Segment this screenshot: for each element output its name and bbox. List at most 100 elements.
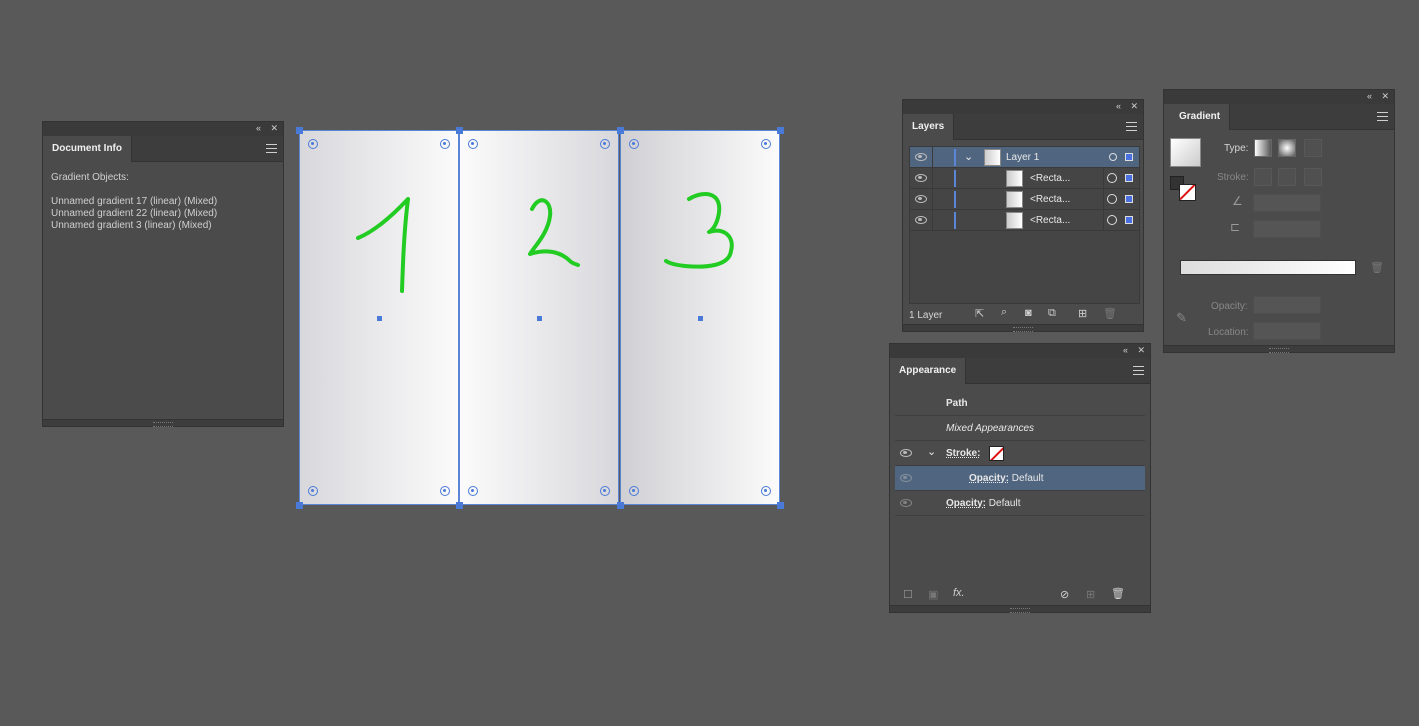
- sublayer-row[interactable]: <Recta...: [910, 189, 1139, 210]
- stroke-label[interactable]: Stroke:: [946, 448, 980, 459]
- object-name[interactable]: <Recta...: [1030, 194, 1070, 205]
- new-sublayer-icon[interactable]: ⧉: [1048, 307, 1056, 320]
- artboard-rectangle-2[interactable]: [459, 130, 619, 505]
- location-dropdown[interactable]: [1253, 322, 1321, 340]
- artboard-rectangle-1[interactable]: [299, 130, 459, 505]
- collapse-icon[interactable]: «: [256, 123, 261, 134]
- stroke-swatch[interactable]: [1179, 184, 1196, 201]
- selection-handle[interactable]: [456, 127, 463, 134]
- opacity-value: Default: [1011, 473, 1044, 484]
- object-thumbnail: [1006, 170, 1023, 187]
- gradient-slider[interactable]: [1180, 260, 1356, 275]
- stroke-swatch[interactable]: [989, 446, 1004, 461]
- selection-handle[interactable]: [296, 502, 303, 509]
- resize-grip[interactable]: [43, 419, 283, 427]
- collapse-icon[interactable]: «: [1367, 91, 1372, 102]
- chevron-down-icon[interactable]: ⌄: [927, 445, 936, 458]
- collapse-icon[interactable]: «: [1116, 101, 1121, 112]
- close-icon[interactable]: ✕: [1137, 345, 1145, 356]
- selection-indicator[interactable]: [1125, 216, 1133, 224]
- search-icon[interactable]: ⌕: [1001, 306, 1007, 319]
- new-layer-icon[interactable]: ⊞: [1078, 307, 1087, 320]
- add-fill-icon[interactable]: ▣: [928, 588, 938, 601]
- panel-topbar: « ✕: [1164, 90, 1394, 104]
- eye-icon[interactable]: [915, 153, 927, 161]
- close-icon[interactable]: ✕: [1381, 91, 1389, 102]
- target-icon[interactable]: [1109, 153, 1117, 161]
- opacity-label[interactable]: Opacity:: [946, 498, 986, 509]
- panel-menu-icon[interactable]: [1377, 112, 1388, 121]
- target-icon[interactable]: [1107, 194, 1117, 204]
- eye-icon[interactable]: [915, 195, 927, 203]
- selection-indicator[interactable]: [1125, 174, 1133, 182]
- selection-handle[interactable]: [456, 502, 463, 509]
- fx-icon[interactable]: fx.: [953, 587, 965, 599]
- selection-indicator[interactable]: [1125, 195, 1133, 203]
- eye-icon[interactable]: [900, 499, 912, 507]
- aspect-ratio-dropdown[interactable]: [1253, 220, 1321, 238]
- eye-icon[interactable]: [915, 216, 927, 224]
- collapse-icon[interactable]: «: [1123, 345, 1128, 356]
- tab-gradient[interactable]: Gradient: [1164, 104, 1231, 130]
- trash-icon[interactable]: 🗑: [1111, 587, 1125, 600]
- object-thumbnail: [1006, 212, 1023, 229]
- panel-menu-icon[interactable]: [266, 144, 277, 153]
- selection-handle[interactable]: [617, 502, 624, 509]
- trash-icon[interactable]: 🗑: [1103, 307, 1117, 320]
- chevron-down-icon[interactable]: ⌄: [964, 150, 973, 163]
- selection-handle[interactable]: [777, 127, 784, 134]
- layer-color-indicator: [954, 212, 956, 229]
- selection-handle[interactable]: [617, 127, 624, 134]
- object-name[interactable]: <Recta...: [1030, 215, 1070, 226]
- add-stroke-icon[interactable]: ☐: [903, 588, 913, 601]
- eye-icon[interactable]: [900, 474, 912, 482]
- angle-dropdown[interactable]: [1253, 194, 1321, 212]
- layer-name[interactable]: Layer 1: [1006, 152, 1039, 163]
- target-icon[interactable]: [1107, 173, 1117, 183]
- trash-icon[interactable]: 🗑: [1370, 261, 1384, 274]
- tab-layers[interactable]: Layers: [903, 114, 955, 140]
- panel-menu-icon[interactable]: [1126, 122, 1137, 131]
- object-name[interactable]: <Recta...: [1030, 173, 1070, 184]
- selection-handle[interactable]: [296, 127, 303, 134]
- linear-gradient-button[interactable]: [1254, 139, 1272, 157]
- stroke-gradient-button[interactable]: [1278, 168, 1296, 186]
- column-divider: [1103, 189, 1104, 210]
- stroke-gradient-button[interactable]: [1254, 168, 1272, 186]
- layers-list: ⌄ Layer 1 <Recta... <Recta... <Recta...: [909, 146, 1140, 304]
- artboard-rectangle-3[interactable]: [620, 130, 780, 505]
- document-info-content: Gradient Objects: Unnamed gradient 17 (l…: [43, 162, 283, 242]
- eyedropper-icon[interactable]: ✎: [1176, 310, 1187, 326]
- resize-grip[interactable]: [903, 324, 1143, 332]
- close-icon[interactable]: ✕: [1130, 101, 1138, 112]
- resize-grip[interactable]: [1164, 345, 1394, 353]
- eye-icon[interactable]: [915, 174, 927, 182]
- tab-row: Gradient: [1164, 104, 1394, 130]
- opacity-dropdown[interactable]: [1253, 296, 1321, 314]
- sublayer-row[interactable]: <Recta...: [910, 210, 1139, 231]
- stroke-gradient-button[interactable]: [1304, 168, 1322, 186]
- gradient-swatch[interactable]: [1170, 138, 1201, 167]
- sublayer-row[interactable]: <Recta...: [910, 168, 1139, 189]
- target-icon[interactable]: [1107, 215, 1117, 225]
- opacity-label[interactable]: Opacity:: [969, 473, 1009, 484]
- duplicate-item-icon[interactable]: ⊞: [1086, 588, 1095, 601]
- tab-document-info[interactable]: Document Info: [43, 136, 132, 162]
- panel-menu-icon[interactable]: [1133, 366, 1144, 375]
- stroke-opacity-row[interactable]: Opacity: Default: [895, 466, 1145, 491]
- tab-appearance[interactable]: Appearance: [890, 358, 967, 384]
- freeform-gradient-button[interactable]: [1304, 139, 1322, 157]
- opacity-row[interactable]: Opacity: Default: [895, 491, 1145, 516]
- export-icon[interactable]: ⇱: [975, 307, 984, 320]
- close-icon[interactable]: ✕: [270, 123, 278, 134]
- clear-appearance-icon[interactable]: ⊘: [1060, 588, 1069, 601]
- selection-indicator[interactable]: [1125, 153, 1133, 161]
- resize-grip[interactable]: [890, 605, 1150, 613]
- layer-row[interactable]: ⌄ Layer 1: [910, 147, 1139, 168]
- eye-icon[interactable]: [900, 449, 912, 457]
- radial-gradient-button[interactable]: [1278, 139, 1296, 157]
- path-label: Path: [946, 398, 968, 409]
- clipping-mask-icon[interactable]: ◙: [1025, 307, 1032, 319]
- selection-handle[interactable]: [777, 502, 784, 509]
- stroke-row[interactable]: ⌄ Stroke:: [895, 441, 1145, 466]
